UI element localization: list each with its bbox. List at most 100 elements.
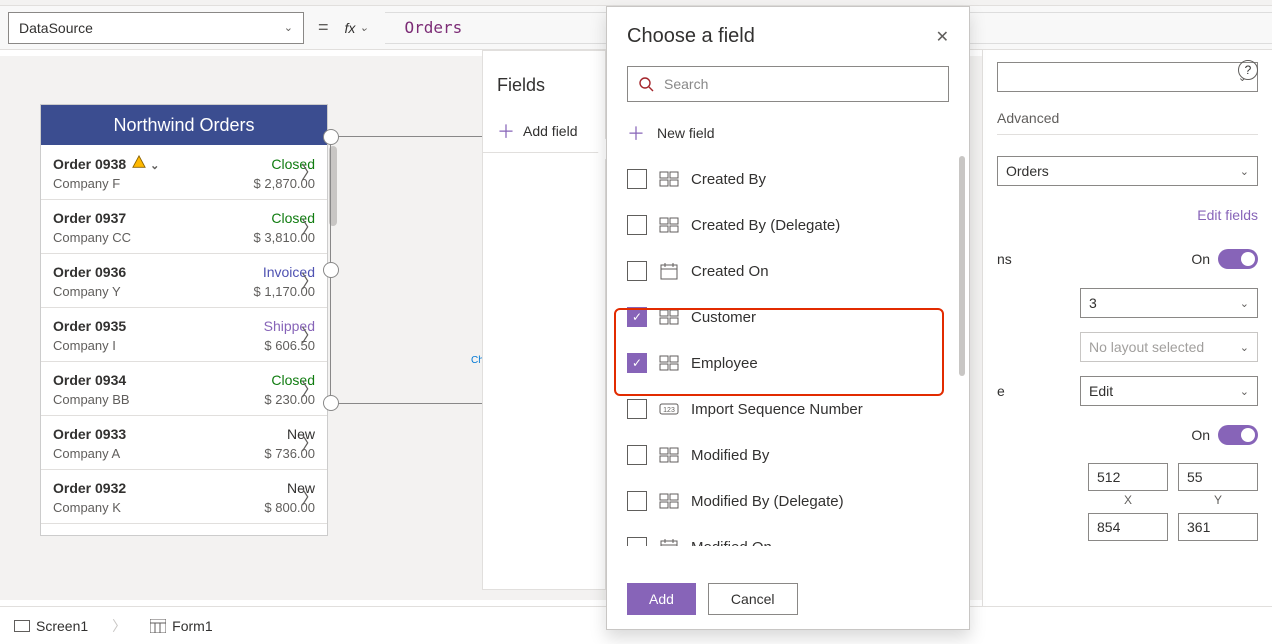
field-row[interactable]: ✓ Employee	[607, 340, 969, 386]
popup-title: Choose a field	[627, 25, 755, 48]
order-item[interactable]: Order 0935 Shipped Company I $ 606.50 〉	[41, 308, 327, 362]
visible-toggle[interactable]	[1218, 425, 1258, 445]
order-company: Company K	[53, 500, 121, 515]
checkbox[interactable]: ✓	[627, 307, 647, 327]
field-label: Created By	[691, 171, 766, 188]
checkbox[interactable]	[627, 169, 647, 189]
field-search-input[interactable]: Search	[627, 66, 949, 102]
order-company: Company F	[53, 176, 120, 191]
field-label: Customer	[691, 309, 756, 326]
chevron-right-icon[interactable]: 〉	[301, 214, 319, 240]
checkbox[interactable]	[627, 399, 647, 419]
size-h-input[interactable]: 361	[1178, 513, 1258, 541]
form-icon	[150, 619, 166, 633]
chevron-right-icon[interactable]: 〉	[301, 484, 319, 510]
property-search[interactable]: ⌄	[997, 62, 1258, 92]
field-type-icon	[659, 215, 679, 235]
order-company: Company BB	[53, 392, 130, 407]
field-row[interactable]: Created On	[607, 248, 969, 294]
field-type-icon	[659, 307, 679, 327]
choose-field-popup: Choose a field ✕ Search ＋ New field Crea…	[606, 6, 970, 630]
order-company: Company CC	[53, 230, 131, 245]
field-label: Employee	[691, 355, 758, 372]
field-type-icon	[659, 169, 679, 189]
resize-handle[interactable]	[323, 262, 339, 278]
field-label: Modified By (Delegate)	[691, 493, 844, 510]
property-dropdown[interactable]: DataSource ⌄	[8, 12, 304, 44]
order-item[interactable]: Order 0934 Closed Company BB $ 230.00 〉	[41, 362, 327, 416]
tab-advanced[interactable]: Advanced	[997, 110, 1059, 134]
order-title: Order 0933	[53, 426, 126, 442]
order-company: Company A	[53, 446, 120, 461]
screen-icon	[14, 620, 30, 632]
close-icon[interactable]: ✕	[936, 27, 949, 47]
crumb-screen[interactable]: Screen1	[14, 618, 88, 634]
field-row[interactable]: Created By (Delegate)	[607, 202, 969, 248]
field-label: Modified On	[691, 539, 772, 547]
order-title: Order 0936	[53, 264, 126, 280]
order-title: Order 0937	[53, 210, 126, 226]
field-type-icon	[659, 261, 679, 281]
field-row[interactable]: Modified By (Delegate)	[607, 478, 969, 524]
chevron-right-icon[interactable]: 〉	[301, 268, 319, 294]
checkbox[interactable]	[627, 261, 647, 281]
chevron-right-icon[interactable]: 〉	[301, 322, 319, 348]
order-item[interactable]: Order 0936 Invoiced Company Y $ 1,170.00…	[41, 254, 327, 308]
chevron-down-icon: ⌄	[284, 21, 293, 34]
layout-dropdown[interactable]: No layout selected⌄	[1080, 332, 1258, 362]
order-title: Order 0932	[53, 480, 126, 496]
new-field-button[interactable]: ＋ New field	[607, 110, 969, 156]
field-row[interactable]: Modified By	[607, 432, 969, 478]
fx-button[interactable]: fx⌄	[335, 20, 385, 36]
crumb-form[interactable]: Form1	[150, 618, 212, 634]
property-name: DataSource	[19, 20, 93, 36]
field-row[interactable]: ✓ Customer	[607, 294, 969, 340]
equals-sign: =	[312, 17, 335, 38]
snap-toggle[interactable]	[1218, 249, 1258, 269]
checkbox[interactable]	[627, 537, 647, 546]
help-icon[interactable]: ?	[1238, 60, 1258, 80]
checkbox[interactable]: ✓	[627, 353, 647, 373]
order-title: Order 0935	[53, 318, 126, 334]
field-type-icon	[659, 353, 679, 373]
columns-dropdown[interactable]: 3⌄	[1080, 288, 1258, 318]
field-type-icon	[659, 491, 679, 511]
popup-scrollbar[interactable]	[959, 156, 965, 376]
cancel-button[interactable]: Cancel	[708, 583, 798, 615]
field-label: Created On	[691, 263, 769, 280]
mode-label: e	[997, 383, 1005, 399]
order-item[interactable]: Order 0937 Closed Company CC $ 3,810.00 …	[41, 200, 327, 254]
checkbox[interactable]	[627, 215, 647, 235]
order-item[interactable]: Order 0938 ⌄ Closed Company F $ 2,870.00…	[41, 145, 327, 200]
pos-x-input[interactable]: 512	[1088, 463, 1168, 491]
field-label: Modified By	[691, 447, 769, 464]
plus-icon: ＋	[497, 118, 515, 144]
mode-dropdown[interactable]: Edit⌄	[1080, 376, 1258, 406]
field-label: Import Sequence Number	[691, 401, 863, 418]
field-row[interactable]: Created By	[607, 156, 969, 202]
order-item[interactable]: Order 0932 New Company K $ 800.00 〉	[41, 470, 327, 524]
field-type-icon: 123	[659, 399, 679, 419]
size-w-input[interactable]: 854	[1088, 513, 1168, 541]
resize-handle[interactable]	[323, 395, 339, 411]
order-title: Order 0934	[53, 372, 126, 388]
chevron-right-icon[interactable]: 〉	[301, 159, 319, 185]
pos-y-input[interactable]: 55	[1178, 463, 1258, 491]
chevron-right-icon[interactable]: 〉	[301, 430, 319, 456]
edit-fields-link[interactable]: Edit fields	[997, 207, 1258, 223]
datasource-dropdown[interactable]: Orders⌄	[997, 156, 1258, 186]
resize-handle[interactable]	[323, 129, 339, 145]
add-button[interactable]: Add	[627, 583, 696, 615]
svg-text:123: 123	[663, 407, 675, 414]
field-type-icon	[659, 537, 679, 546]
crumb-separator: 〉	[112, 616, 126, 636]
field-row[interactable]: 123 Import Sequence Number	[607, 386, 969, 432]
add-field-button[interactable]: ＋ Add field	[483, 110, 605, 153]
checkbox[interactable]	[627, 491, 647, 511]
order-item[interactable]: Order 0933 New Company A $ 736.00 〉	[41, 416, 327, 470]
orders-gallery[interactable]: Northwind Orders Order 0938 ⌄ Closed Com…	[40, 104, 328, 536]
field-row[interactable]: Modified On	[607, 524, 969, 546]
chevron-right-icon[interactable]: 〉	[301, 376, 319, 402]
search-icon	[638, 76, 654, 92]
checkbox[interactable]	[627, 445, 647, 465]
